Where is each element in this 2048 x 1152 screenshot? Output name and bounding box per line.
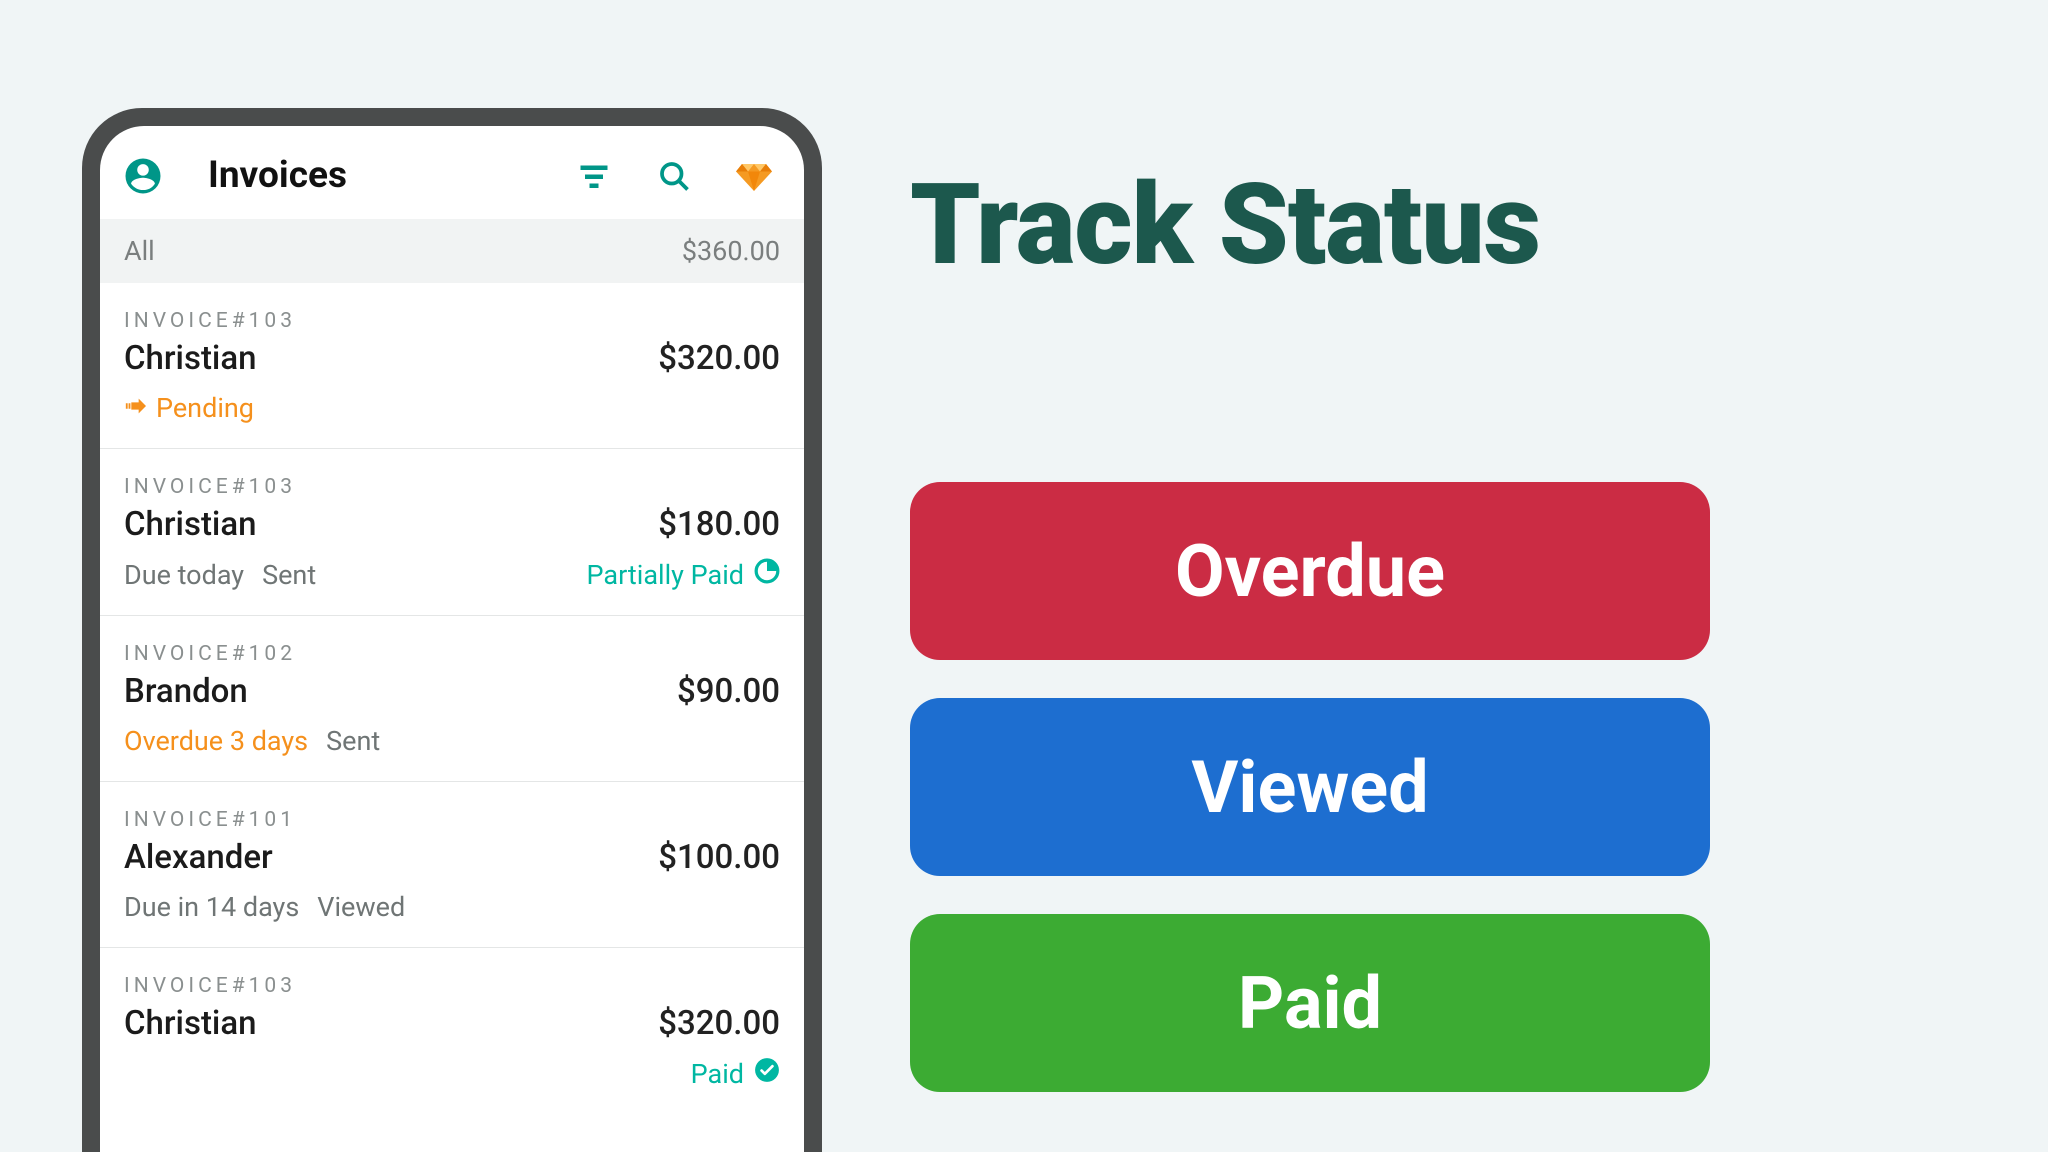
status-pending: Pending (124, 392, 254, 424)
check-circle-icon (754, 1057, 780, 1090)
due-label: Due in 14 days (124, 891, 299, 923)
search-icon[interactable] (656, 158, 692, 194)
partial-label: Partially Paid (587, 559, 744, 591)
invoice-amount: $180.00 (658, 505, 780, 544)
status-partially-paid: Partially Paid (587, 558, 780, 591)
profile-icon[interactable] (122, 155, 164, 197)
right-panel: Track Status Overdue Viewed Paid (910, 170, 1890, 1092)
invoice-number: INVOICE#103 (124, 309, 780, 333)
status-pill-group: Overdue Viewed Paid (910, 482, 1890, 1092)
invoice-client: Christian (124, 339, 257, 378)
pill-label: Viewed (1191, 745, 1428, 830)
pie-icon (754, 558, 780, 591)
status-paid: Paid (691, 1057, 780, 1090)
arrow-right-icon (124, 392, 146, 424)
invoice-client: Christian (124, 1004, 257, 1043)
invoice-client: Christian (124, 505, 257, 544)
invoice-number: INVOICE#101 (124, 808, 780, 832)
invoice-item[interactable]: INVOICE#103 Christian $180.00 Due today … (100, 449, 804, 616)
invoice-item[interactable]: INVOICE#103 Christian $320.00 Paid (100, 948, 804, 1114)
pending-label: Pending (156, 392, 254, 424)
phone-frame: Invoices (82, 108, 822, 1152)
sent-label: Sent (326, 725, 380, 757)
filter-icon[interactable] (576, 158, 612, 194)
summary-total: $360.00 (682, 235, 780, 267)
invoice-number: INVOICE#102 (124, 642, 780, 666)
invoice-item[interactable]: INVOICE#103 Christian $320.00 (100, 283, 804, 449)
pill-label: Paid (1238, 961, 1382, 1046)
invoice-amount: $320.00 (658, 339, 780, 378)
app-bar: Invoices (100, 126, 804, 219)
status-pill-viewed: Viewed (910, 698, 1710, 876)
invoice-item[interactable]: INVOICE#101 Alexander $100.00 Due in 14 … (100, 782, 804, 948)
viewed-label: Viewed (317, 891, 405, 923)
invoice-amount: $320.00 (658, 1004, 780, 1043)
summary-label: All (124, 235, 155, 267)
sent-label: Sent (262, 559, 316, 591)
pill-label: Overdue (1175, 529, 1445, 614)
invoice-item[interactable]: INVOICE#102 Brandon $90.00 Overdue 3 day… (100, 616, 804, 782)
invoice-amount: $100.00 (658, 838, 780, 877)
due-label: Due today (124, 559, 244, 591)
status-pill-overdue: Overdue (910, 482, 1710, 660)
invoice-number: INVOICE#103 (124, 475, 780, 499)
phone-screen: Invoices (100, 126, 804, 1152)
summary-bar[interactable]: All $360.00 (100, 219, 804, 283)
overdue-label: Overdue 3 days (124, 725, 308, 757)
invoice-amount: $90.00 (677, 672, 780, 711)
diamond-icon[interactable] (736, 158, 772, 194)
invoice-client: Brandon (124, 672, 248, 711)
heading-track-status: Track Status (910, 170, 1890, 282)
invoice-client: Alexander (124, 838, 273, 877)
paid-label: Paid (691, 1058, 744, 1090)
app-bar-actions (576, 158, 782, 194)
status-pill-paid: Paid (910, 914, 1710, 1092)
app-title: Invoices (208, 154, 558, 197)
invoice-list: INVOICE#103 Christian $320.00 (100, 283, 804, 1152)
invoice-number: INVOICE#103 (124, 974, 780, 998)
